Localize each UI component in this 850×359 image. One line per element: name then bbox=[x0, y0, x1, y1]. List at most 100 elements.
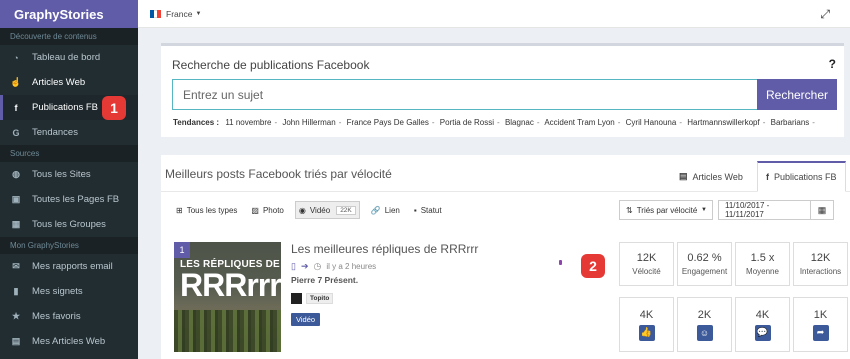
tab-label: Articles Web bbox=[692, 171, 743, 182]
search-button[interactable]: Rechercher bbox=[757, 79, 837, 110]
trend-link[interactable]: Hartmannswillerkopf bbox=[687, 118, 759, 127]
trend-link[interactable]: France Pays De Galles bbox=[347, 118, 429, 127]
trend-link[interactable]: Accident Tram Lyon bbox=[544, 118, 614, 127]
document-icon: ▤ bbox=[11, 336, 21, 346]
sidebar-item-mes-articles[interactable]: ▤ Mes Articles Web bbox=[0, 329, 138, 354]
globe-icon: ◍ bbox=[12, 169, 20, 179]
trend-link[interactable]: Blagnac bbox=[505, 118, 534, 127]
top-bar: France ▼ ⤢ bbox=[138, 0, 850, 28]
stat-label: Interactions bbox=[799, 267, 842, 276]
reaction-comments: 4K 💬 bbox=[735, 297, 790, 352]
filter-link[interactable]: 🔗 Lien bbox=[368, 201, 403, 219]
sidebar-section-mine: Mon GraphyStories bbox=[0, 237, 138, 254]
date-range-input[interactable]: 11/10/2017 - 11/11/2017 bbox=[718, 200, 811, 220]
stat-label: Vélocité bbox=[632, 267, 661, 276]
post-source[interactable]: Topito bbox=[291, 293, 334, 304]
sidebar-item-label: Articles Web bbox=[32, 77, 86, 88]
step-badge-2: 2 bbox=[581, 254, 605, 278]
country-selector[interactable]: France bbox=[166, 9, 192, 19]
tab-label: Publications FB bbox=[774, 172, 837, 182]
status-icon: ▪ bbox=[413, 205, 417, 215]
sidebar-item-groupes[interactable]: ▦ Tous les Groupes bbox=[0, 212, 138, 237]
star-icon: ★ bbox=[11, 311, 21, 321]
bookmark-icon: ▮ bbox=[13, 286, 19, 296]
tab-publications-fb[interactable]: f Publications FB bbox=[757, 161, 846, 192]
posts-title: Meilleurs posts Facebook triés par véloc… bbox=[165, 167, 392, 181]
filter-all-types[interactable]: ⊞ Tous les types bbox=[173, 201, 240, 219]
trend-link[interactable]: Portia de Rossi bbox=[440, 118, 494, 127]
filter-video[interactable]: ◉ Vidéo 22K bbox=[294, 201, 360, 219]
sidebar-item-rapports[interactable]: ✉ Mes rapports email bbox=[0, 254, 138, 279]
filter-status[interactable]: ▪ Statut bbox=[411, 201, 445, 219]
post-time: il y a 2 heures bbox=[326, 262, 377, 271]
plus-square-icon: ⊞ bbox=[176, 205, 183, 215]
stat-value: 1.5 x bbox=[750, 252, 775, 264]
sidebar-item-label: Publications FB bbox=[32, 102, 99, 113]
sidebar-item-signets[interactable]: ▮ Mes signets bbox=[0, 279, 138, 304]
thumbnail-scene bbox=[174, 310, 281, 352]
sidebar-item-tendances[interactable]: G Tendances bbox=[0, 120, 138, 145]
type-filters: ⊞ Tous les types ▨ Photo ◉ Vidéo 22K 🔗 L… bbox=[173, 200, 453, 220]
sidebar-item-pages-fb[interactable]: ▣ Toutes les Pages FB bbox=[0, 187, 138, 212]
trends-label: Tendances : bbox=[173, 118, 220, 127]
indicator-dot bbox=[559, 260, 562, 265]
chevron-down-icon[interactable]: ▼ bbox=[195, 11, 201, 17]
filter-label: Tous les types bbox=[186, 205, 238, 215]
search-input[interactable] bbox=[172, 79, 757, 110]
post-reactions: 4K 👍 2K ☺ 4K 💬 1K ➦ bbox=[619, 297, 848, 352]
help-icon[interactable]: ? bbox=[829, 57, 836, 71]
envelope-icon: ✉ bbox=[12, 261, 20, 271]
newspaper-icon: ▤ bbox=[679, 171, 688, 181]
stat-label: Moyenne bbox=[746, 267, 779, 276]
sidebar-item-favoris[interactable]: ★ Mes favoris bbox=[0, 304, 138, 329]
sidebar-section-sources: Sources bbox=[0, 145, 138, 162]
calendar-icon[interactable]: ▦ bbox=[811, 200, 834, 220]
reaction-value: 2K bbox=[697, 308, 712, 321]
reaction-value: 4K bbox=[639, 308, 654, 321]
stat-value: 12K bbox=[636, 252, 657, 264]
filter-label: Lien bbox=[384, 205, 400, 215]
tab-articles-web[interactable]: ▤ Articles Web bbox=[671, 161, 751, 192]
sidebar-section-discovery: Découverte de contenus bbox=[0, 28, 138, 45]
post-rank: 1 bbox=[174, 242, 190, 258]
stat-value: 0.62 % bbox=[687, 252, 722, 264]
stat-interactions: 12K Interactions bbox=[793, 242, 848, 286]
search-panel: Recherche de publications Facebook ? Rec… bbox=[161, 43, 844, 137]
step-badge-1: 1 bbox=[102, 96, 126, 120]
sidebar-item-dashboard[interactable]: ◔ Tableau de bord bbox=[0, 45, 138, 70]
stat-value: 12K bbox=[810, 252, 831, 264]
sidebar: GraphyStories Découverte de contenus ◔ T… bbox=[0, 0, 138, 359]
post-meta: ▯ ➔ ◷ il y a 2 heures bbox=[291, 261, 376, 272]
sidebar-item-label: Toutes les Pages FB bbox=[32, 194, 120, 205]
video-count: 22K bbox=[336, 205, 356, 215]
trend-link[interactable]: Cyril Hanouna bbox=[626, 118, 677, 127]
hand-pointer-icon: ☝ bbox=[10, 77, 22, 87]
stat-label: Engagement bbox=[681, 267, 728, 276]
filter-label: Photo bbox=[262, 205, 284, 215]
comment-icon: 💬 bbox=[754, 324, 771, 341]
search-title: Recherche de publications Facebook bbox=[172, 58, 370, 72]
reaction-value: 1K bbox=[813, 308, 828, 321]
sidebar-item-label: Mes signets bbox=[32, 286, 83, 297]
trend-link[interactable]: John Hillerman bbox=[282, 118, 335, 127]
stat-average: 1.5 x Moyenne bbox=[735, 242, 790, 286]
play-circle-icon: ◉ bbox=[298, 205, 306, 215]
sort-dropdown[interactable]: ⇅ Triés par vélocité ▼ bbox=[619, 200, 713, 220]
post-title[interactable]: Les meilleures répliques de RRRrrr bbox=[291, 242, 478, 256]
sidebar-item-sites[interactable]: ◍ Tous les Sites bbox=[0, 162, 138, 187]
fullscreen-icon[interactable]: ⤢ bbox=[820, 7, 830, 22]
sort-label: Triés par vélocité bbox=[636, 205, 698, 215]
trend-link[interactable]: Barbarians bbox=[771, 118, 810, 127]
sign-in-icon[interactable]: ➔ bbox=[301, 261, 309, 272]
sidebar-item-label: Tous les Groupes bbox=[32, 219, 106, 230]
grid-icon: ▦ bbox=[11, 219, 21, 229]
sidebar-item-articles-web[interactable]: ☝ Articles Web bbox=[0, 70, 138, 95]
link-icon: 🔗 bbox=[370, 205, 381, 215]
trend-link[interactable]: 11 novembre bbox=[225, 118, 271, 127]
sort-icon: ⇅ bbox=[626, 205, 633, 215]
facebook-icon: f bbox=[14, 102, 18, 113]
bookmark-icon[interactable]: ▯ bbox=[291, 261, 296, 272]
post-thumbnail[interactable]: LES RÉPLIQUES DE RRRrrr, bbox=[174, 242, 281, 352]
filter-photo[interactable]: ▨ Photo bbox=[248, 201, 286, 219]
app-logo[interactable]: GraphyStories bbox=[0, 0, 138, 28]
